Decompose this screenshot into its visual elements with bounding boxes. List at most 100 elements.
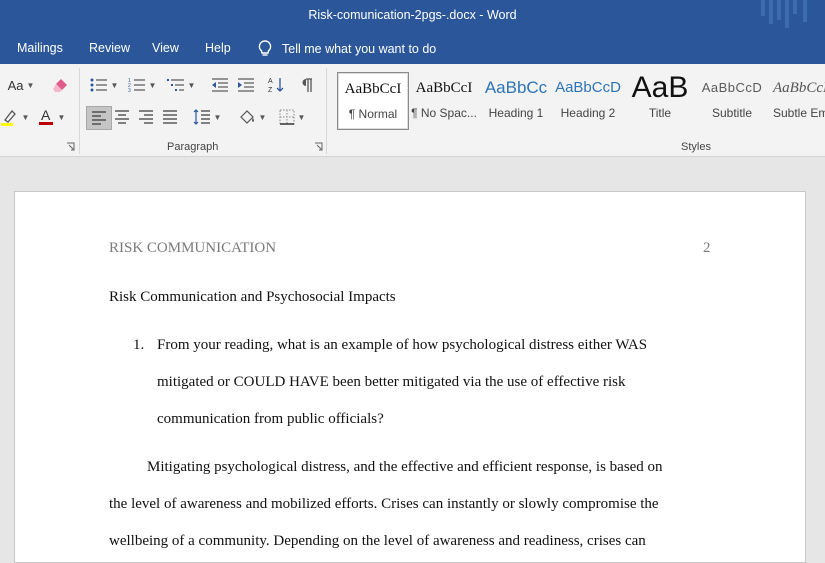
tab-review[interactable]: Review xyxy=(89,41,130,55)
bullets-icon xyxy=(90,78,107,92)
justify-icon xyxy=(163,110,177,124)
increase-indent-icon xyxy=(238,78,254,92)
chevron-down-icon: ▼ xyxy=(258,112,267,122)
tell-me-label: Tell me what you want to do xyxy=(282,42,437,56)
change-case-button[interactable]: Aa ▼ xyxy=(4,74,38,96)
style-label: Heading 2 xyxy=(560,106,616,120)
title-bar: Risk-comunication-2pgs-.docx - Word xyxy=(0,0,825,32)
lightbulb-icon xyxy=(258,40,272,56)
chevron-down-icon: ▼ xyxy=(187,80,196,90)
style-sample: AaBbCcD xyxy=(701,80,763,95)
group-separator xyxy=(326,68,327,154)
tab-view[interactable]: View xyxy=(152,41,179,55)
borders-icon xyxy=(279,109,295,125)
ribbon-tabs: Mailings Review View Help Tell me what y… xyxy=(0,32,825,64)
style-sample: AaBbCcD xyxy=(555,79,621,96)
decrease-indent-icon xyxy=(212,78,228,92)
show-formatting-marks-button[interactable] xyxy=(295,74,319,96)
increase-indent-button[interactable] xyxy=(234,74,258,96)
ribbon: Aa ▼ ▼ A ▼ ▼ 123 ▼ ▼ A Z ▼ ▼ ▼ Paragraph… xyxy=(0,64,825,157)
paragraph-dialog-launcher-icon[interactable] xyxy=(314,142,323,151)
chevron-down-icon: ▼ xyxy=(110,80,119,90)
align-left-icon xyxy=(92,111,106,125)
chevron-down-icon: ▼ xyxy=(21,112,30,122)
question-line: mitigated or COULD HAVE been better miti… xyxy=(157,374,626,390)
pilcrow-icon xyxy=(302,78,312,92)
paragraph-line: Mitigating psychological distress, and t… xyxy=(147,459,663,475)
align-right-icon xyxy=(139,110,153,124)
decrease-indent-button[interactable] xyxy=(208,74,232,96)
eraser-icon xyxy=(53,79,67,92)
styles-group-label: Styles xyxy=(681,141,711,153)
decorative-pattern-icon xyxy=(761,0,807,28)
font-dialog-launcher-icon[interactable] xyxy=(66,142,75,151)
page-number: 2 xyxy=(703,240,711,256)
svg-text:3: 3 xyxy=(128,88,131,93)
line-spacing-button[interactable]: ▼ xyxy=(190,106,224,128)
style-title[interactable]: AaB Title xyxy=(626,72,694,128)
align-center-button[interactable] xyxy=(110,106,134,128)
style-no-spacing[interactable]: AaBbCcI ¶ No Spac... xyxy=(409,72,479,128)
justify-button[interactable] xyxy=(158,106,182,128)
style-sample: AaBbCc xyxy=(484,78,548,97)
style-label: Subtle Em xyxy=(773,106,825,120)
change-case-label: Aa xyxy=(7,77,24,93)
document-canvas[interactable]: RISK COMMUNICATION 2 Risk Communication … xyxy=(0,157,825,563)
style-label: ¶ No Spac... xyxy=(411,106,477,120)
chevron-down-icon: ▼ xyxy=(297,112,306,122)
multilevel-list-icon xyxy=(166,79,184,91)
font-color-icon: A xyxy=(38,107,53,125)
style-normal[interactable]: AaBbCcI ¶ Normal xyxy=(337,72,409,130)
align-center-icon xyxy=(115,110,129,124)
line-spacing-icon xyxy=(193,109,210,125)
numbering-icon: 123 xyxy=(128,78,145,93)
sort-az-icon: AZ xyxy=(268,78,284,94)
style-label: Title xyxy=(648,106,672,120)
shading-button[interactable]: ▼ xyxy=(234,106,270,128)
question-line: From your reading, what is an example of… xyxy=(157,337,648,353)
chevron-down-icon: ▼ xyxy=(57,112,66,122)
paint-bucket-icon xyxy=(239,110,254,124)
align-right-button[interactable] xyxy=(134,106,158,128)
window-title: Risk-comunication-2pgs-.docx - Word xyxy=(308,8,517,22)
list-number: 1. xyxy=(133,337,145,353)
svg-text:A: A xyxy=(41,107,51,123)
paragraph-line: wellbeing of a community. Depending on t… xyxy=(109,533,646,549)
chevron-down-icon: ▼ xyxy=(213,112,222,122)
tab-help[interactable]: Help xyxy=(205,41,231,55)
running-head: RISK COMMUNICATION xyxy=(109,240,277,256)
style-sample: AaBbCcI xyxy=(415,80,473,96)
svg-text:Z: Z xyxy=(268,87,273,94)
question-line: communication from public officials? xyxy=(157,411,384,427)
tell-me-search[interactable]: Tell me what you want to do xyxy=(258,39,436,59)
clear-formatting-button[interactable] xyxy=(50,74,72,96)
style-label: ¶ Normal xyxy=(348,107,398,121)
bullets-button[interactable]: ▼ xyxy=(86,74,122,96)
style-label: Subtitle xyxy=(711,106,753,120)
sort-button[interactable]: AZ xyxy=(264,74,288,96)
borders-button[interactable]: ▼ xyxy=(274,106,310,128)
numbering-button[interactable]: 123 ▼ xyxy=(124,74,160,96)
style-sample: AaB xyxy=(631,72,689,104)
paragraph-group-label: Paragraph xyxy=(167,141,219,153)
chevron-down-icon: ▼ xyxy=(148,80,157,90)
style-sample: AaBbCcI xyxy=(344,81,402,97)
chevron-down-icon: ▼ xyxy=(26,80,35,90)
svg-text:A: A xyxy=(268,78,273,85)
align-left-button[interactable] xyxy=(86,106,112,130)
style-heading-1[interactable]: AaBbCc Heading 1 xyxy=(482,72,550,128)
font-color-button[interactable]: A ▼ xyxy=(34,106,68,128)
style-heading-2[interactable]: AaBbCcD Heading 2 xyxy=(554,72,622,128)
paragraph-line: the level of awareness and mobilized eff… xyxy=(109,496,659,512)
document-page[interactable]: RISK COMMUNICATION 2 Risk Communication … xyxy=(14,191,806,563)
group-separator xyxy=(79,68,80,154)
highlight-color-button[interactable]: ▼ xyxy=(0,106,30,128)
multilevel-list-button[interactable]: ▼ xyxy=(163,74,199,96)
style-label: Heading 1 xyxy=(488,106,544,120)
document-heading: Risk Communication and Psychosocial Impa… xyxy=(109,289,396,305)
style-subtitle[interactable]: AaBbCcD Subtitle xyxy=(698,72,766,128)
tab-mailings[interactable]: Mailings xyxy=(17,41,63,55)
style-sample: AaBbCcD xyxy=(773,80,825,96)
highlighter-icon xyxy=(0,110,16,126)
style-subtle-emphasis[interactable]: AaBbCcD Subtle Em xyxy=(770,72,825,128)
